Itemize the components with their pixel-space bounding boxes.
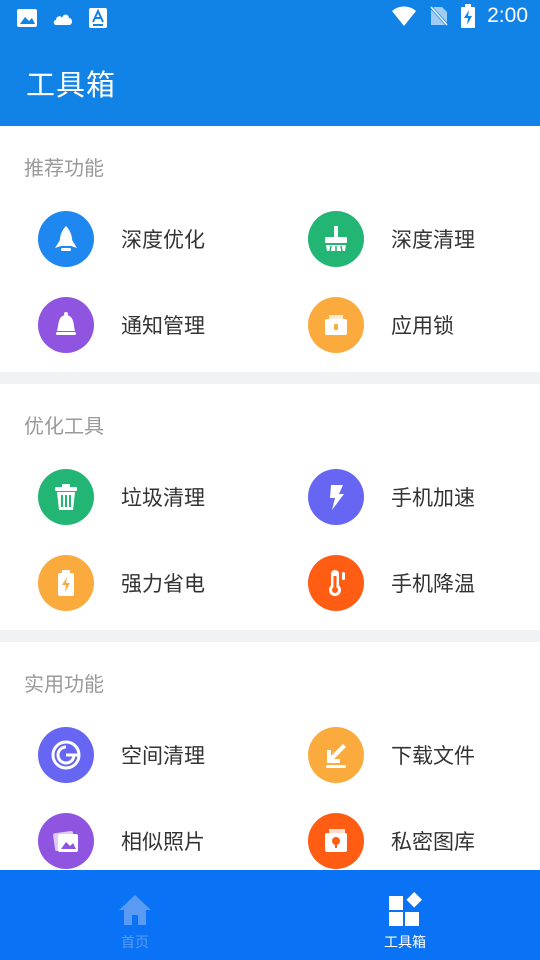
app-header: 2:00 工具箱 — [0, 0, 540, 126]
battery-icon — [38, 555, 94, 611]
thermometer-icon — [308, 555, 364, 611]
tool-label: 相似照片 — [121, 830, 205, 854]
nav-tab-home[interactable]: 首页 — [0, 870, 270, 960]
tool-phone-cooling[interactable]: 手机降温 — [270, 540, 540, 626]
section-title: 推荐功能 — [24, 156, 104, 180]
nav-tab-toolbox[interactable]: 工具箱 — [270, 870, 540, 960]
status-bar: 2:00 — [0, 0, 540, 36]
tool-label: 私密图库 — [391, 830, 475, 854]
status-time: 2:00 — [487, 4, 528, 27]
tool-phone-speedup[interactable]: 手机加速 — [270, 454, 540, 540]
tool-label: 通知管理 — [121, 314, 205, 338]
tool-list[interactable]: 推荐功能 深度优化 深度清理 通知管理 应用锁 优化工具 垃圾清理 手机加速 强… — [0, 126, 540, 870]
tool-label: 垃圾清理 — [121, 486, 205, 510]
tool-label: 下载文件 — [391, 744, 475, 768]
home-icon — [119, 895, 151, 925]
tool-label: 手机加速 — [391, 486, 475, 510]
download-arrow-icon — [308, 727, 364, 783]
tool-space-clean[interactable]: 空间清理 — [0, 712, 270, 798]
tool-junk-clean[interactable]: 垃圾清理 — [0, 454, 270, 540]
tool-similar-photos[interactable]: 相似照片 — [0, 798, 270, 870]
rocket-icon — [38, 211, 94, 267]
lightning-icon — [308, 469, 364, 525]
tool-private-gallery[interactable]: 私密图库 — [270, 798, 540, 870]
tool-download-files[interactable]: 下载文件 — [270, 712, 540, 798]
lock-box-icon — [308, 297, 364, 353]
section-title: 优化工具 — [24, 414, 104, 438]
section-optimize-tools: 优化工具 垃圾清理 手机加速 强力省电 手机降温 — [0, 384, 540, 630]
image-icon — [17, 9, 37, 27]
section-utilities: 实用功能 空间清理 下载文件 相似照片 私密图库 — [0, 642, 540, 870]
battery-charging-icon — [461, 4, 476, 28]
nav-label: 工具箱 — [384, 935, 426, 951]
section-title: 实用功能 — [24, 672, 104, 696]
private-gallery-icon — [308, 813, 364, 869]
tool-app-lock[interactable]: 应用锁 — [270, 282, 540, 368]
tool-label: 空间清理 — [121, 744, 205, 768]
tool-label: 强力省电 — [121, 572, 205, 596]
tool-label: 应用锁 — [391, 314, 454, 338]
bottom-nav: 首页 工具箱 — [0, 870, 540, 960]
toolbox-grid-icon — [389, 892, 422, 926]
broom-icon — [308, 211, 364, 267]
photos-icon — [38, 813, 94, 869]
page-title: 工具箱 — [26, 68, 117, 102]
section-recommended: 推荐功能 深度优化 深度清理 通知管理 应用锁 — [0, 126, 540, 372]
font-icon — [89, 8, 107, 28]
bell-icon — [38, 297, 94, 353]
tool-label: 手机降温 — [391, 572, 475, 596]
tool-notification-manager[interactable]: 通知管理 — [0, 282, 270, 368]
tool-label: 深度优化 — [121, 228, 205, 252]
tool-power-saving[interactable]: 强力省电 — [0, 540, 270, 626]
tool-label: 深度清理 — [391, 228, 475, 252]
no-sim-icon — [429, 5, 450, 27]
trash-icon — [38, 469, 94, 525]
cloud-icon — [53, 14, 72, 25]
storage-ring-icon — [38, 727, 94, 783]
wifi-icon — [392, 6, 417, 26]
nav-label: 首页 — [121, 935, 149, 951]
tool-deep-optimize[interactable]: 深度优化 — [0, 196, 270, 282]
tool-deep-clean[interactable]: 深度清理 — [270, 196, 540, 282]
